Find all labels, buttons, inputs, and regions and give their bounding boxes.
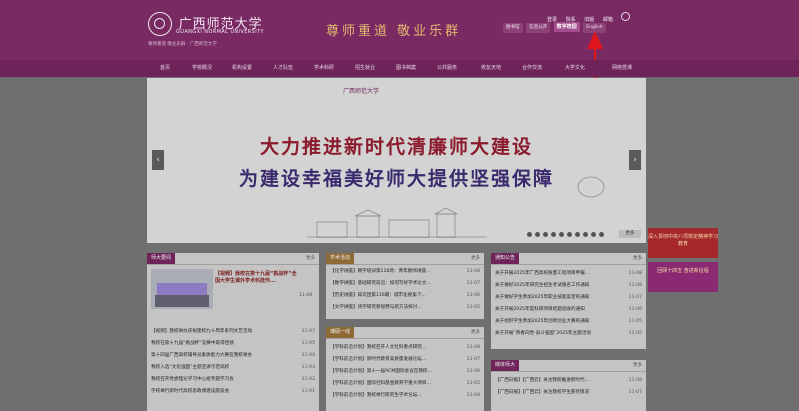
academic-card-header: 学术活动 更多 xyxy=(326,253,484,265)
lecture-more-link[interactable]: 更多 xyxy=(471,327,480,338)
news-card-header: 师大要闻 更多 xyxy=(147,253,319,265)
list-item[interactable]: 【学科前沿计划】我校召开人文社科重点研究... 11-08 xyxy=(330,343,480,352)
media-card-title: 媒体师大 xyxy=(491,360,520,371)
media-card-header: 媒体师大 更多 xyxy=(491,360,646,372)
university-logo[interactable]: 广西师范大学 GUANGXI NORMAL UNIVERSITY 尊师重道 敬业… xyxy=(148,12,265,47)
news-card-title: 师大要闻 xyxy=(147,253,176,264)
carousel-dots[interactable] xyxy=(527,232,607,239)
nav-item-library[interactable]: 图书档案 xyxy=(396,60,416,77)
list-item[interactable]: 【广西日报】【广西云】关注我校学生获奖情况 11-07 xyxy=(495,388,642,397)
list-item[interactable]: 关于开展2025年广西高校质量工程项目申报... 11-08 xyxy=(495,269,642,278)
academic-card: 学术活动 更多 【化学讲座】教学培训第116场：青年教师讲座... 11-08 【… xyxy=(326,253,484,319)
news-more-link[interactable]: 更多 xyxy=(306,253,315,264)
search-icon[interactable] xyxy=(621,12,631,21)
seal-stamp-icon xyxy=(577,176,605,198)
library-button[interactable]: 图书馆 xyxy=(503,23,523,33)
nav-item-organization[interactable]: 机构设置 xyxy=(232,60,252,77)
list-item[interactable]: 【学科前沿计划】国际社科基金教育学重大项目... 11-05 xyxy=(330,379,480,388)
list-item[interactable]: 我校在第十九届“挑战杯”竞赛中取得佳绩 11-05 xyxy=(151,339,315,348)
nav-item-services[interactable]: 公共服务 xyxy=(437,60,457,77)
academic-card-title: 学术活动 xyxy=(326,253,355,264)
banner-headline-2: 为建设幸福美好师大提供坚强保障 xyxy=(238,168,554,190)
media-card: 媒体师大 更多 【广西日报】【广西云】关注我校推进新时代... 11-08 【广西… xyxy=(491,360,646,411)
notice-card-header: 通知公告 更多 xyxy=(491,253,646,265)
digital-campus-button[interactable]: 数字校园 xyxy=(553,22,580,32)
nav-item-home[interactable]: 首页 xyxy=(160,60,170,77)
list-item[interactable]: 学校举行新时代高校思政课建设座谈会 11-01 xyxy=(151,387,315,396)
featured-news-image[interactable] xyxy=(151,269,213,309)
list-item[interactable]: 关于开展2025年度科研项目结题验收的通知 11-06 xyxy=(495,305,642,314)
notice-card-title: 通知公告 xyxy=(491,253,520,264)
side-banner-review[interactable]: 回顾十四五 奋进新征程 xyxy=(648,262,718,292)
campus-skyline-drawing xyxy=(307,208,487,238)
hero-banner[interactable]: 广西师范大学 大力推进新时代清廉师大建设 为建设幸福美好师大提供坚强保障 ‹ ›… xyxy=(147,78,646,243)
lecture-card-header: 博硕一线 更多 xyxy=(326,327,484,339)
list-item[interactable]: 【文学讲座】诗学研究新视野与新方法探讨... 11-05 xyxy=(330,303,480,312)
notice-card: 通知公告 更多 关于开展2025年广西高校质量工程项目申报... 11-08 关于… xyxy=(491,253,646,349)
nav-item-alumni[interactable]: 校友天地 xyxy=(481,60,501,77)
list-item[interactable]: 【历史讲座】知识团第116期：城市化视角下... 11-06 xyxy=(330,291,480,300)
lecture-card: 博硕一线 更多 【学科前沿计划】我校召开人文社科重点研究... 11-08 【学科… xyxy=(326,327,484,411)
logo-english-name: GUANGXI NORMAL UNIVERSITY xyxy=(176,29,265,35)
side-banner-study[interactable]: 深入贯彻中央八项规定精神学习教育 xyxy=(648,228,718,258)
lecture-card-title: 博硕一线 xyxy=(326,327,355,338)
nav-item-culture[interactable]: 大学文化 xyxy=(565,60,585,77)
banner-more-button[interactable]: 更多 xyxy=(619,230,641,238)
list-item[interactable]: 【广西日报】【广西云】关注我校推进新时代... 11-08 xyxy=(495,376,642,385)
banner-prev-button[interactable]: ‹ xyxy=(152,150,164,170)
nav-item-overview[interactable]: 学校概况 xyxy=(192,60,212,77)
nav-item-party-course[interactable]: 网络党课 xyxy=(612,60,632,77)
header-slogan: 尊师重道 敬业乐群 xyxy=(326,24,462,39)
list-item[interactable]: 我校召开党委理论学习中心组专题学习会 11-02 xyxy=(151,375,315,384)
list-item[interactable]: 【学科前沿计划】第十一届ACM国际会议在我校... 11-06 xyxy=(330,367,480,376)
list-item[interactable]: 【数学讲座】基础研究前沿：如何写好学术论文... 11-07 xyxy=(330,279,480,288)
list-item[interactable]: 【化学讲座】教学培训第116场：青年教师讲座... 11-08 xyxy=(330,267,480,276)
notice-more-link[interactable]: 更多 xyxy=(633,253,642,264)
featured-news-date: 11-08 xyxy=(299,293,313,298)
list-item[interactable]: 关于做好学生参加2025年职业技能鉴定的通知 11-07 xyxy=(495,293,642,302)
list-item[interactable]: 【视频】我校举办庆祝建校九十周年系列文艺活动 11-07 xyxy=(151,327,315,336)
nav-item-faculty[interactable]: 人才队伍 xyxy=(273,60,293,77)
banner-next-button[interactable]: › xyxy=(629,150,641,170)
list-item[interactable]: 第十四届广西高校辅导员素质能力大赛在我校举办 11-04 xyxy=(151,351,315,360)
info-disclosure-button[interactable]: 信息公开 xyxy=(526,23,551,33)
news-card: 师大要闻 更多 【视频】我校在第十九届“挑战杯”全国大学生课外学术科技作... … xyxy=(147,253,319,411)
list-item[interactable]: 【学科前沿计划】我校举行研究生学术论坛... 11-04 xyxy=(330,391,480,400)
logo-motto: 尊师重道 敬业乐群 · 广西师范大学 xyxy=(148,42,217,47)
banner-logo-text: 广西师范大学 xyxy=(343,88,380,95)
site-header: 广西师范大学 GUANGXI NORMAL UNIVERSITY 尊师重道 敬业… xyxy=(0,0,799,60)
emblem-icon xyxy=(148,12,172,36)
list-item[interactable]: 关于组织学生参加2025年创新创业大赛的通知 11-05 xyxy=(495,317,642,326)
featured-news-title[interactable]: 【视频】我校在第十九届“挑战杯”全国大学生课外学术科技作... xyxy=(215,271,299,285)
main-nav: 首页 学校概况 机构设置 人才队伍 学术科研 招生就业 图书档案 公共服务 校友… xyxy=(0,60,799,77)
nav-item-admission[interactable]: 招生就业 xyxy=(355,60,375,77)
list-item[interactable]: 关于开展“青春向党·奋斗强国”2025年主题活动 11-05 xyxy=(495,329,642,338)
media-more-link[interactable]: 更多 xyxy=(633,360,642,371)
list-item[interactable]: 【学科前沿计划】新时代教育高质量发展论坛... 11-07 xyxy=(330,355,480,364)
academic-more-link[interactable]: 更多 xyxy=(471,253,480,264)
nav-item-research[interactable]: 学术科研 xyxy=(314,60,334,77)
list-item[interactable]: 关于做好2025年研究生招生考试报名工作通知 11-08 xyxy=(495,281,642,290)
list-item[interactable]: 我校入选“文化强国”主题宣讲示范高校 11-03 xyxy=(151,363,315,372)
nav-item-cooperation[interactable]: 合作交流 xyxy=(522,60,542,77)
banner-headline-1: 大力推进新时代清廉师大建设 xyxy=(259,136,533,158)
